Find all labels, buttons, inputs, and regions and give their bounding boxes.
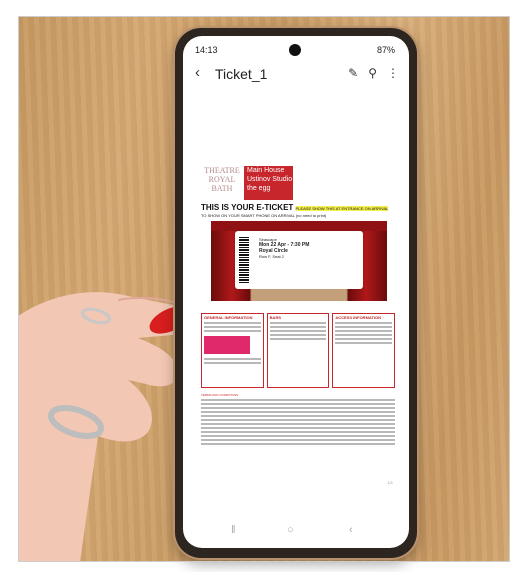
phone: 14:13 87% ‹ Ticket_1 ✎ ⚲ ⋮ THEATRE ROYAL… — [175, 28, 417, 558]
ticket-stub: Seascape Mon 22 Apr - 7:30 PM Royal Circ… — [235, 231, 363, 289]
bars-box: BARS — [266, 313, 330, 388]
back-nav-icon[interactable]: ‹ — [349, 524, 353, 536]
status-battery: 87% — [376, 45, 395, 55]
eticket-note: PLEASE SHOW THIS AT ENTRANCE ON ARRIVAL — [295, 206, 389, 211]
pink-banner — [204, 336, 250, 354]
more-options-icon[interactable]: ⋮ — [387, 66, 399, 80]
curtain-valance — [211, 221, 387, 231]
back-arrow-icon[interactable]: ‹ — [195, 64, 200, 81]
navigation-bar: ‖ ○ ‹ — [183, 524, 409, 540]
phone-screen: 14:13 87% ‹ Ticket_1 ✎ ⚲ ⋮ THEATRE ROYAL… — [183, 36, 409, 548]
ticket-document: THEATRE ROYAL BATH Main House Ustinov St… — [191, 161, 401, 491]
access-info-box: ACCESS INFORMATION — [332, 313, 396, 388]
edit-icon[interactable]: ✎ — [348, 66, 358, 80]
info-boxes: GENERAL INFORMATION BARS ACCESS INFORMAT… — [201, 313, 396, 388]
theatre-logo: THEATRE ROYAL BATH — [204, 166, 240, 193]
eticket-subheading: TO SHOW ON YOUR SMART PHONE ON ARRIVAL (… — [201, 213, 327, 218]
app-bar: ‹ Ticket_1 ✎ ⚲ ⋮ — [183, 60, 409, 90]
document-title: Ticket_1 — [215, 66, 268, 82]
front-camera — [289, 44, 301, 56]
bars-title: BARS — [269, 315, 282, 320]
terms-title: TERMS AND CONDITIONS — [201, 393, 239, 397]
general-info-box: GENERAL INFORMATION — [201, 313, 264, 388]
ticket-seat: Row F, Seat 2 — [259, 254, 284, 259]
search-icon[interactable]: ⚲ — [368, 66, 377, 80]
access-info-title: ACCESS INFORMATION — [335, 315, 382, 320]
page-number: 1/1 — [387, 480, 393, 485]
status-time: 14:13 — [195, 45, 218, 55]
terms-section: TERMS AND CONDITIONS — [201, 393, 395, 447]
eticket-heading: THIS IS YOUR E-TICKET PLEASE SHOW THIS A… — [201, 203, 389, 212]
venue-banner: Main House Ustinov Studio the egg — [244, 166, 293, 200]
barcode — [239, 237, 249, 283]
app-actions: ✎ ⚲ ⋮ — [348, 66, 399, 80]
home-icon[interactable]: ○ — [287, 524, 294, 536]
general-info-title: GENERAL INFORMATION — [204, 315, 253, 320]
recent-apps-icon[interactable]: ‖ — [231, 524, 236, 536]
